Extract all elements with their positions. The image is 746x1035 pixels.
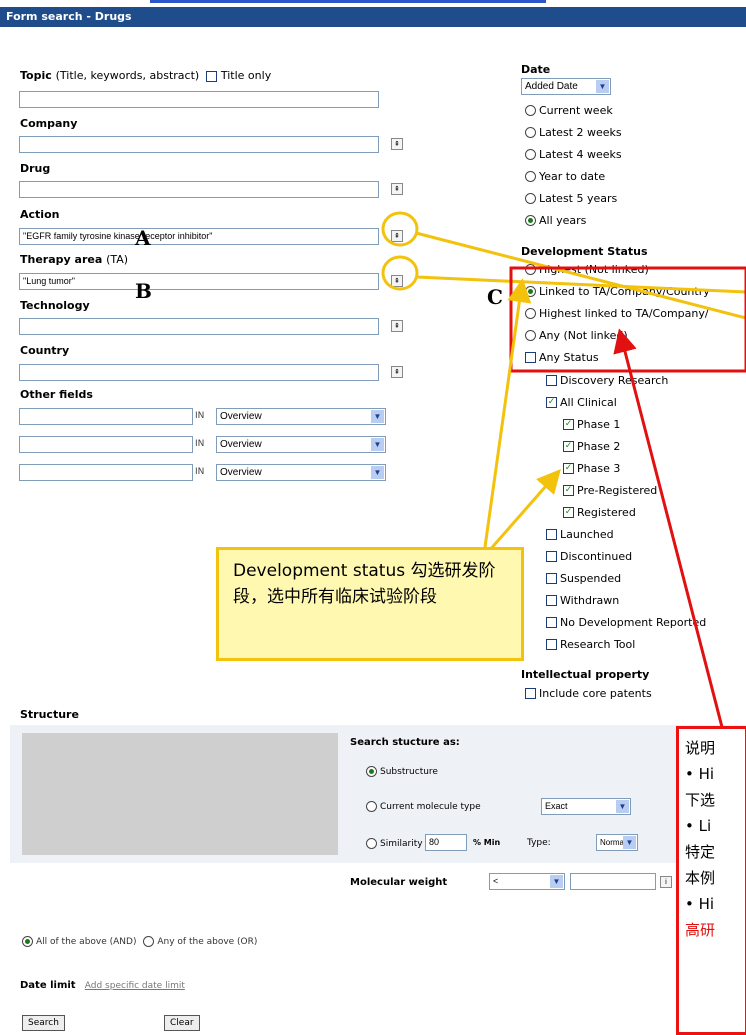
therapy-link-line [416,275,746,294]
red-arrow-to-options [613,328,724,728]
action-link-line [415,231,746,320]
annotation-a: A [135,226,151,250]
yellow-arrow-to-phases [486,468,561,553]
red-callout-line: • Hi [685,895,715,913]
annotation-c: C [487,285,503,309]
yellow-arrow-to-linked [483,278,532,548]
red-callout-line: 说明 [685,739,716,757]
red-callout-line: 本例 [685,869,716,887]
red-callout: 说明 • Hi 下选 • Li 特定本例 • Hi 高研 [676,726,746,1035]
yellow-callout: Development status 勾选研发阶段，选中所有临床试验阶段 [216,547,524,661]
red-callout-line: 高研 [685,921,716,939]
red-callout-line: • Li [685,817,712,835]
red-callout-line: 特定 [685,843,716,861]
annotation-arrows [381,211,746,728]
red-callout-line: 下选 [685,791,716,809]
red-callout-line: • Hi [685,765,715,783]
therapy-highlight-circle [381,255,419,291]
action-highlight-circle [381,211,419,247]
annotation-b: B [135,279,152,303]
